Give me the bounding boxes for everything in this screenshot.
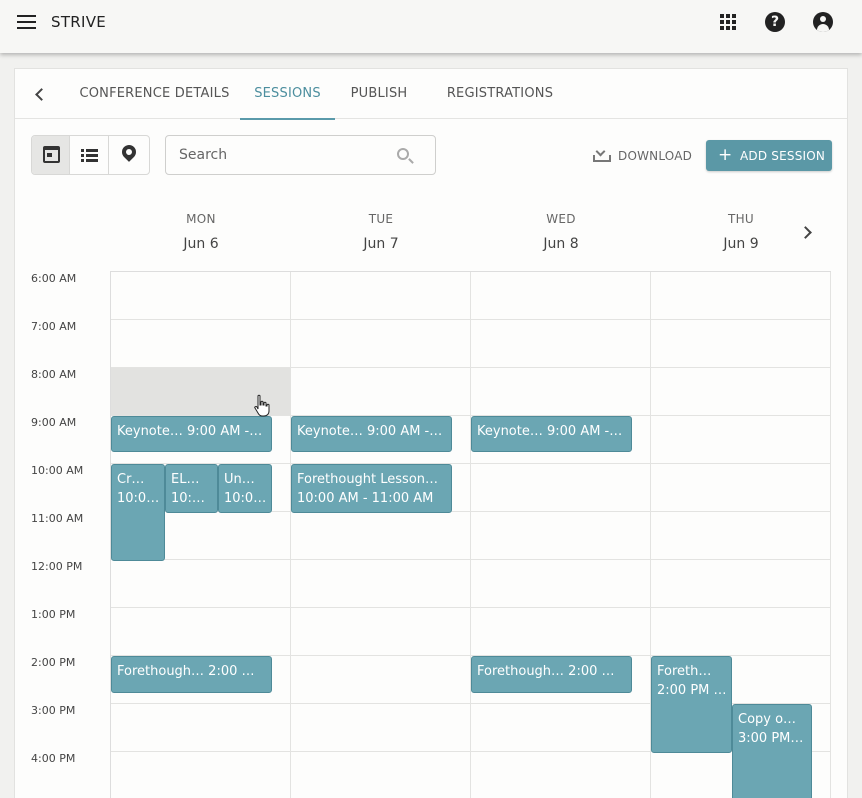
event-title: Keynote… 9:00 AM -… (477, 424, 623, 439)
day-of-week: MON (186, 212, 216, 226)
help-icon[interactable]: ? (765, 12, 785, 32)
search-icon[interactable] (397, 148, 409, 160)
list-icon (81, 149, 99, 162)
sessions-card: CONFERENCE DETAILS SESSIONS PUBLISH REGI… (14, 68, 848, 798)
search-input[interactable] (166, 136, 396, 174)
day-header-tue: TUE Jun 7 (291, 212, 471, 252)
session-event[interactable]: EL… 10:0… (165, 464, 218, 513)
map-pin-icon (118, 142, 139, 162)
download-label: DOWNLOAD (618, 149, 693, 163)
event-time: 10:00 AM - 11:00 AM (297, 491, 434, 506)
session-event[interactable]: Copy o… 3:00 PM … (732, 704, 812, 798)
time-label: 3:00 PM (31, 704, 76, 717)
list-view-button[interactable] (70, 136, 109, 174)
event-title: Foreth… (657, 664, 712, 679)
tab-publish[interactable]: PUBLISH (339, 69, 419, 119)
day-header-wed: WED Jun 8 (471, 212, 651, 252)
event-title: Cr… (117, 472, 145, 487)
time-label: 4:00 PM (31, 752, 76, 765)
download-icon (593, 148, 611, 162)
account-icon[interactable] (813, 12, 833, 32)
view-toggle-group (31, 135, 150, 175)
event-time: 10:0… (171, 491, 214, 506)
back-chevron-icon[interactable] (33, 85, 47, 103)
time-label: 11:00 AM (31, 512, 84, 525)
session-event[interactable]: Forethough… 2:00 … (111, 656, 272, 693)
tab-registrations[interactable]: REGISTRATIONS (425, 69, 575, 119)
time-label: 10:00 AM (31, 464, 84, 477)
next-week-chevron-icon[interactable] (800, 224, 814, 240)
search-box (165, 135, 436, 175)
app-title: STRIVE (51, 13, 107, 31)
day-of-week: TUE (368, 212, 394, 226)
session-event[interactable]: Keynote… 9:00 AM -… (291, 416, 452, 452)
calendar-icon (43, 146, 60, 163)
session-event[interactable]: Un… 10:0… (218, 464, 272, 513)
event-title: Forethough… 2:00 … (477, 664, 615, 679)
time-label: 9:00 AM (31, 416, 77, 429)
event-time: 10:0… (224, 491, 267, 506)
time-label: 12:00 PM (31, 560, 83, 573)
event-title: Copy o… (738, 712, 797, 727)
day-date: Jun 7 (363, 236, 399, 252)
time-label: 7:00 AM (31, 320, 77, 333)
event-time: 2:00 PM … (657, 683, 727, 698)
event-title: Forethought Lesson… (297, 472, 439, 487)
session-event[interactable]: Forethough… 2:00 … (471, 656, 632, 693)
add-session-label: ADD SESSION (740, 149, 826, 163)
tab-conference-details[interactable]: CONFERENCE DETAILS (67, 69, 242, 119)
plus-icon: + (718, 145, 733, 165)
time-label: 1:00 PM (31, 608, 76, 621)
day-date: Jun 8 (543, 236, 579, 252)
time-label: 6:00 AM (31, 272, 77, 285)
time-label: 2:00 PM (31, 656, 76, 669)
event-title: Un… (224, 472, 255, 487)
event-title: Forethough… 2:00 … (117, 664, 255, 679)
calendar-view-button[interactable] (32, 136, 71, 174)
event-time: 10:0… (117, 491, 160, 506)
map-view-button[interactable] (109, 136, 149, 174)
event-title: Keynote… 9:00 AM -… (117, 424, 263, 439)
session-event[interactable]: Keynote… 9:00 AM -… (471, 416, 632, 452)
add-session-button[interactable]: + ADD SESSION (706, 140, 832, 171)
app-bar: STRIVE ? (0, 0, 862, 53)
session-event[interactable]: Cr… 10:0… (111, 464, 165, 561)
session-event[interactable]: Keynote… 9:00 AM -… (111, 416, 272, 452)
apps-grid-icon[interactable] (718, 12, 738, 32)
time-label: 8:00 AM (31, 368, 77, 381)
hand-pointer-cursor-icon (254, 394, 270, 417)
session-event[interactable]: Forethought Lesson… 10:00 AM - 11:00 AM (291, 464, 452, 513)
day-date: Jun 6 (183, 236, 219, 252)
session-event[interactable]: Foreth… 2:00 PM … (651, 656, 732, 753)
tab-sessions[interactable]: SESSIONS (240, 69, 335, 120)
event-title: EL… (171, 472, 200, 487)
tab-bar: CONFERENCE DETAILS SESSIONS PUBLISH REGI… (15, 69, 847, 120)
day-of-week: WED (546, 212, 576, 226)
event-time: 3:00 PM … (738, 731, 808, 746)
event-title: Keynote… 9:00 AM -… (297, 424, 443, 439)
day-header-mon: MON Jun 6 (111, 212, 291, 252)
menu-icon[interactable] (17, 15, 36, 29)
